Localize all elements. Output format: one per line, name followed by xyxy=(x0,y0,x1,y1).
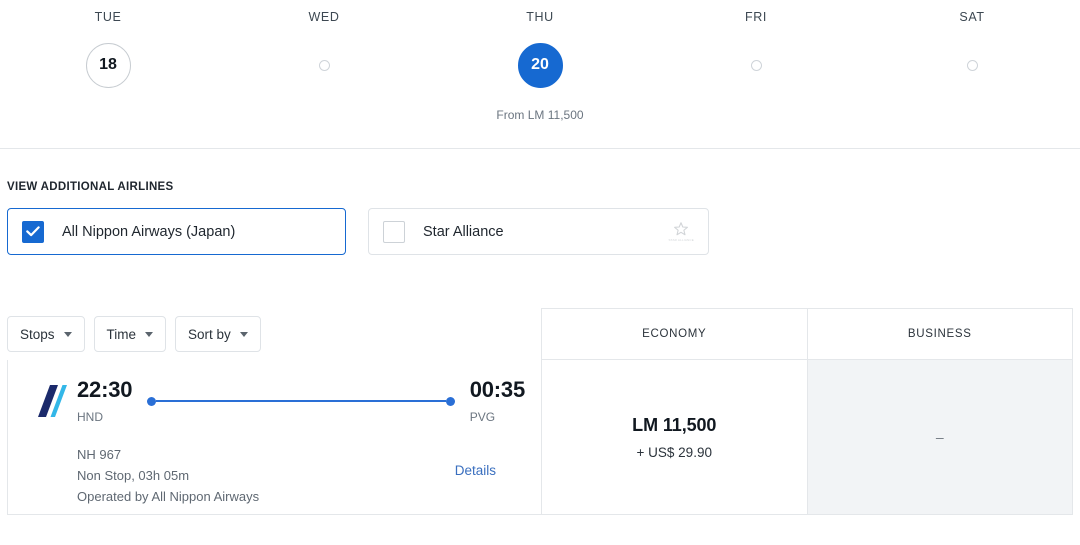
date-dow-label: TUE xyxy=(94,10,122,24)
date-circle-wrap: 18 xyxy=(85,42,131,88)
route-dot-origin-icon xyxy=(147,396,157,406)
ana-airline-logo-icon xyxy=(24,381,68,421)
filter-label: Sort by xyxy=(188,326,231,342)
date-circle-wrap xyxy=(318,42,330,88)
date-dow-label: SAT xyxy=(959,10,985,24)
flight-times-row: 22:30 HND 00:35 PVG xyxy=(24,378,525,424)
fare-cell-business: – xyxy=(806,360,1072,514)
filter-label: Stops xyxy=(20,326,55,342)
fare-cell-economy[interactable]: LM 11,500 + US$ 29.90 xyxy=(542,360,807,514)
additional-airlines-section: VIEW ADDITIONAL AIRLINES All Nippon Airw… xyxy=(0,149,1080,255)
filter-stops-button[interactable]: Stops xyxy=(7,316,85,352)
departure-block: 22:30 HND xyxy=(77,378,132,424)
flight-details-link[interactable]: Details xyxy=(455,463,496,478)
date-dow-label: THU xyxy=(526,10,554,24)
results-header-row: Stops Time Sort by ECONOMY BUSINESS xyxy=(7,308,1073,360)
date-circle-empty[interactable] xyxy=(750,59,762,71)
date-cell-fri[interactable]: FRI xyxy=(648,10,864,123)
date-cell-thu[interactable]: THU 20 From LM 11,500 xyxy=(432,10,648,123)
checkbox-checked-icon[interactable] xyxy=(22,220,44,243)
column-header-business: BUSINESS xyxy=(807,308,1073,360)
date-circle-wrap xyxy=(966,42,978,88)
date-circle-empty[interactable] xyxy=(966,59,978,71)
fare-tax: + US$ 29.90 xyxy=(636,444,712,460)
route-bar xyxy=(156,399,446,403)
chevron-down-icon xyxy=(145,331,154,337)
date-price-label: From LM 11,500 xyxy=(496,108,584,122)
date-cell-tue[interactable]: TUE 18 xyxy=(0,10,216,123)
arrival-time: 00:35 xyxy=(469,377,525,402)
fare-price: LM 11,500 xyxy=(632,414,717,435)
date-dow-label: WED xyxy=(308,10,340,24)
star-alliance-logo-icon: STAR ALLIANCE xyxy=(668,221,694,242)
chevron-down-icon xyxy=(239,331,248,337)
flight-row: 22:30 HND 00:35 PVG NH 967 Non Stop, 03h… xyxy=(7,360,1073,515)
date-cell-sat[interactable]: SAT xyxy=(864,10,1080,123)
route-line-graphic xyxy=(147,390,455,412)
filter-sort-by-button[interactable]: Sort by xyxy=(175,316,261,352)
date-cell-wed[interactable]: WED xyxy=(216,10,432,123)
fare-unavailable: – xyxy=(935,429,944,445)
arrival-airport-code: PVG xyxy=(469,410,496,425)
flight-results: Stops Time Sort by ECONOMY BUSINESS 22:3… xyxy=(0,308,1080,515)
departure-airport-code: HND xyxy=(77,410,103,425)
flight-operated-by: Operated by All Nippon Airways xyxy=(77,489,260,505)
airline-option-star-alliance[interactable]: Star Alliance STAR ALLIANCE xyxy=(368,208,709,255)
airline-label: Star Alliance xyxy=(423,223,504,240)
column-header-economy: ECONOMY xyxy=(541,308,808,360)
date-circle-empty[interactable] xyxy=(318,59,330,71)
flight-number: NH 967 xyxy=(77,447,122,463)
date-dow-label: FRI xyxy=(745,10,767,24)
section-title: VIEW ADDITIONAL AIRLINES xyxy=(7,181,174,193)
filter-time-button[interactable]: Time xyxy=(93,316,167,352)
date-selector-strip: TUE 18 WED THU 20 From LM 11,500 FRI SAT xyxy=(0,0,1080,123)
star-alliance-caption: STAR ALLIANCE xyxy=(668,238,694,242)
route-dot-destination-icon xyxy=(445,396,455,406)
airline-options-row: All Nippon Airways (Japan) Star Alliance… xyxy=(7,208,1073,255)
chevron-down-icon xyxy=(63,331,72,337)
arrival-block: 00:35 PVG xyxy=(470,378,525,424)
route-timeline: 22:30 HND 00:35 PVG xyxy=(77,378,525,424)
date-circle-wrap xyxy=(750,42,762,88)
checkbox-unchecked-icon[interactable] xyxy=(383,220,405,243)
filter-bar: Stops Time Sort by xyxy=(7,308,541,360)
flight-info-cell: 22:30 HND 00:35 PVG NH 967 Non Stop, 03h… xyxy=(8,360,542,514)
date-circle-wrap: 20 xyxy=(517,42,563,88)
airline-label: All Nippon Airways (Japan) xyxy=(62,223,236,240)
filter-label: Time xyxy=(106,326,137,342)
date-circle-20-selected[interactable]: 20 xyxy=(517,42,563,88)
departure-time: 22:30 xyxy=(77,377,133,402)
airline-option-ana[interactable]: All Nippon Airways (Japan) xyxy=(7,208,346,255)
date-circle-18[interactable]: 18 xyxy=(85,42,131,88)
flight-meta: NH 967 Non Stop, 03h 05m Operated by All… xyxy=(24,444,525,507)
